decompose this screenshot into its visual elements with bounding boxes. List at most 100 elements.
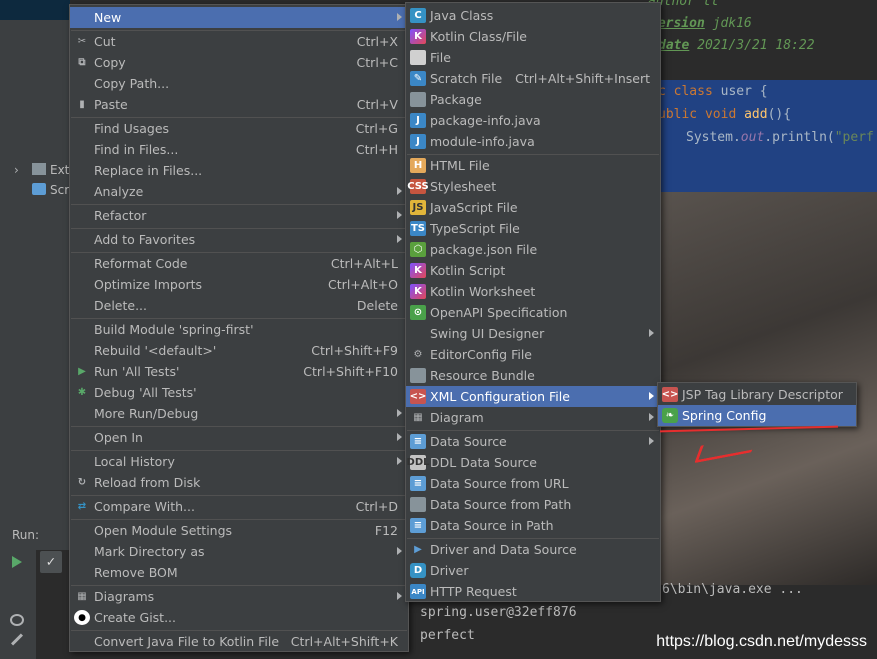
scratches-icon (32, 183, 46, 195)
menu-item-diagram[interactable]: ▦ Diagram (406, 407, 660, 428)
menu-item-data-source-from-url[interactable]: ≡ Data Source from URL (406, 473, 660, 494)
kotlin-worksheet-icon: K (410, 284, 426, 299)
menu-item-driver-and-data-source[interactable]: ▶ Driver and Data Source (406, 539, 660, 560)
package-icon (410, 92, 426, 107)
console-line: perfect (420, 628, 475, 643)
xml-file-icon: <> (409, 389, 427, 404)
menu-item-delete[interactable]: Delete... Delete (70, 295, 408, 316)
menu-item-package-json[interactable]: ⬡ package.json File (406, 239, 660, 260)
menu-item-optimize-imports[interactable]: Optimize Imports Ctrl+Alt+O (70, 274, 408, 295)
menu-item-resource-bundle[interactable]: Resource Bundle (406, 365, 660, 386)
menu-item-jsp-tag-library[interactable]: <> JSP Tag Library Descriptor (658, 384, 856, 405)
menu-item-kotlin-worksheet[interactable]: K Kotlin Worksheet (406, 281, 660, 302)
menu-item-package[interactable]: Package (406, 89, 660, 110)
menu-item-swing-ui-designer[interactable]: Swing UI Designer (406, 323, 660, 344)
menu-item-diagrams[interactable]: ▦ Diagrams (70, 586, 408, 607)
folder-icon (410, 497, 426, 512)
java-class-icon: C (410, 8, 426, 23)
menu-item-kotlin-script[interactable]: K Kotlin Script (406, 260, 660, 281)
menu-item-open-module-settings[interactable]: Open Module Settings F12 (70, 520, 408, 541)
menu-item-rebuild[interactable]: Rebuild '<default>' Ctrl+Shift+F9 (70, 340, 408, 361)
tree-row-external-libraries[interactable]: › Exte (0, 160, 77, 180)
driver-icon: ▶ (414, 544, 422, 555)
menu-item-more-run-debug[interactable]: More Run/Debug (70, 403, 408, 424)
menu-item-editorconfig[interactable]: ⚙ EditorConfig File (406, 344, 660, 365)
menu-item-replace-in-files[interactable]: Replace in Files... (70, 160, 408, 181)
github-icon: ● (74, 610, 90, 625)
menu-item-reload-from-disk[interactable]: ↻ Reload from Disk (70, 472, 408, 493)
spring-icon: ❧ (662, 408, 678, 423)
menu-item-data-source-from-path[interactable]: Data Source from Path (406, 494, 660, 515)
menu-item-reformat-code[interactable]: Reformat Code Ctrl+Alt+L (70, 253, 408, 274)
clipboard-icon: ▮ (79, 99, 85, 110)
menu-item-scratch-file[interactable]: ✎ Scratch File Ctrl+Alt+Shift+Insert (406, 68, 660, 89)
menu-item-typescript-file[interactable]: TS TypeScript File (406, 218, 660, 239)
menu-item-build-module[interactable]: Build Module 'spring-first' (70, 319, 408, 340)
watermark: https://blog.csdn.net/mydesss (656, 633, 867, 650)
menu-item-paste[interactable]: ▮ Paste Ctrl+V (70, 94, 408, 115)
menu-item-copy[interactable]: ⧉ Copy Ctrl+C (70, 52, 408, 73)
database-icon: ≡ (410, 518, 426, 533)
reload-icon: ↻ (77, 477, 87, 488)
menu-item-openapi[interactable]: ⊙ OpenAPI Specification (406, 302, 660, 323)
menu-item-run-all-tests[interactable]: ▶ Run 'All Tests' Ctrl+Shift+F10 (70, 361, 408, 382)
menu-item-convert-to-kotlin[interactable]: Convert Java File to Kotlin File Ctrl+Alt… (70, 631, 408, 652)
method-declaration: ublic void add(){ (658, 107, 792, 122)
menu-item-debug-all-tests[interactable]: ✱ Debug 'All Tests' (70, 382, 408, 403)
menu-item-stylesheet[interactable]: CSS Stylesheet (406, 176, 660, 197)
database-icon: ≡ (410, 476, 426, 491)
menu-item-new[interactable]: New (70, 7, 408, 28)
api-icon: API (410, 584, 426, 599)
wrench-icon[interactable] (10, 633, 24, 646)
diagram-icon: ▦ (77, 591, 87, 602)
file-icon (410, 50, 426, 65)
tree-row-selected[interactable] (0, 0, 70, 20)
menu-item-copy-path[interactable]: Copy Path... (70, 73, 408, 94)
menu-item-data-source-in-path[interactable]: ≡ Data Source in Path (406, 515, 660, 536)
menu-item-driver[interactable]: D Driver (406, 560, 660, 581)
menu-item-refactor[interactable]: Refactor (70, 205, 408, 226)
menu-item-ddl-data-source[interactable]: DDL DDL Data Source (406, 452, 660, 473)
run-label: Run: (12, 528, 40, 542)
menu-item-find-usages[interactable]: Find Usages Ctrl+G (70, 118, 408, 139)
menu-item-http-request[interactable]: API HTTP Request (406, 581, 660, 602)
library-icon (32, 163, 46, 175)
menu-item-create-gist[interactable]: ● Create Gist... (70, 607, 408, 628)
menu-item-kotlin-class[interactable]: K Kotlin Class/File (406, 26, 660, 47)
menu-item-javascript-file[interactable]: JS JavaScript File (406, 197, 660, 218)
tree-row-scratches[interactable]: Scr (0, 180, 70, 200)
java-file-icon: J (410, 134, 426, 149)
menu-item-cut[interactable]: ✂ Cut Ctrl+X (70, 31, 408, 52)
rerun-icon[interactable] (12, 556, 22, 568)
menu-item-open-in[interactable]: Open In (70, 427, 408, 448)
menu-item-spring-config[interactable]: ❧ Spring Config (658, 405, 856, 426)
menu-item-local-history[interactable]: Local History (70, 451, 408, 472)
expand-arrow-icon[interactable]: › (14, 163, 19, 177)
menu-item-compare-with[interactable]: ⇄ Compare With... Ctrl+D (70, 496, 408, 517)
doc-version: version jdk16 (650, 16, 752, 31)
run-toolbar: Run: (0, 520, 70, 550)
class-declaration: c class user { (658, 84, 768, 99)
println-statement: System.out.println("perf (686, 130, 874, 145)
copy-icon: ⧉ (78, 57, 86, 68)
menu-item-package-info[interactable]: Jpackage-info.java (406, 110, 660, 131)
run-side-toolbar (0, 550, 36, 659)
settings-icon[interactable] (10, 614, 24, 626)
menu-item-java-class[interactable]: C Java Class (406, 5, 660, 26)
menu-item-find-in-files[interactable]: Find in Files... Ctrl+H (70, 139, 408, 160)
menu-item-module-info[interactable]: Jmodule-info.java (406, 131, 660, 152)
menu-item-analyze[interactable]: Analyze (70, 181, 408, 202)
menu-item-mark-directory-as[interactable]: Mark Directory as (70, 541, 408, 562)
tree-row[interactable] (0, 20, 70, 40)
menu-item-file[interactable]: File (406, 47, 660, 68)
scissors-icon: ✂ (77, 36, 87, 47)
doc-date: date 2021/3/21 18:22 (658, 38, 815, 53)
kotlin-file-icon: K (410, 29, 426, 44)
check-icon[interactable]: ✓ (40, 551, 62, 573)
debug-icon: ✱ (77, 387, 87, 398)
menu-item-html-file[interactable]: H HTML File (406, 155, 660, 176)
menu-item-xml-configuration-file[interactable]: <> XML Configuration File (406, 386, 660, 407)
menu-item-data-source[interactable]: ≡ Data Source (406, 431, 660, 452)
menu-item-remove-bom[interactable]: Remove BOM (70, 562, 408, 583)
menu-item-add-to-favorites[interactable]: Add to Favorites (70, 229, 408, 250)
